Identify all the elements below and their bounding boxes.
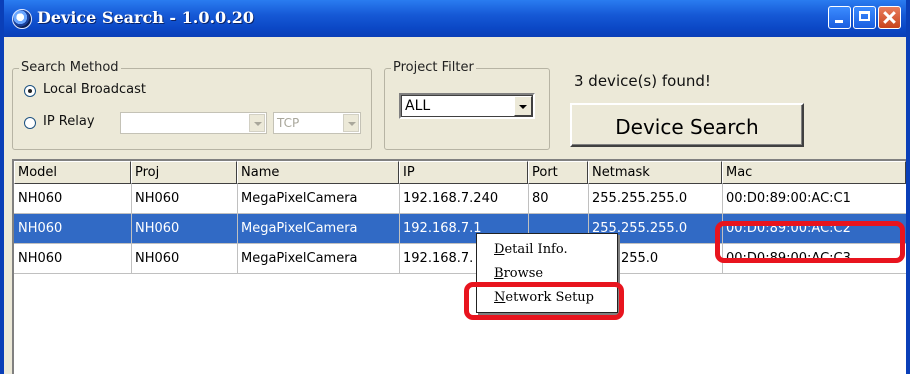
cell-proj: NH060 (135, 251, 180, 266)
project-filter-legend: Project Filter (391, 60, 476, 75)
column-header-model[interactable]: Model (14, 161, 131, 184)
search-method-group: Search Method Local Broadcast IP Relay T… (12, 60, 372, 150)
ip-relay-radio[interactable] (24, 117, 36, 129)
network-setup-highlight-box (464, 282, 624, 320)
column-header-netmask[interactable]: Netmask (588, 161, 722, 184)
cell-name: MegaPixelCamera (241, 251, 358, 266)
device-search-button[interactable]: Device Search (570, 103, 804, 147)
column-header-label: Netmask (592, 165, 650, 180)
column-header-port[interactable]: Port (528, 161, 588, 184)
column-header-label: Model (18, 165, 58, 180)
protocol-select[interactable]: TCP (273, 112, 361, 134)
window-title: Device Search - 1.0.0.20 (37, 8, 254, 27)
column-header-label: IP (403, 165, 415, 180)
grid-line (131, 184, 132, 274)
device-list[interactable]: Model Proj Name IP Port Netmask Mac NH06… (12, 159, 906, 374)
search-method-legend: Search Method (19, 60, 121, 75)
cell-name: MegaPixelCamera (237, 214, 399, 243)
menu-item-label: rowse (503, 266, 544, 281)
menu-item-label: etail Info. (504, 242, 568, 257)
app-icon[interactable] (12, 9, 32, 29)
column-header-label: Port (532, 165, 558, 180)
title-bar[interactable]: Device Search - 1.0.0.20 (4, 0, 906, 37)
menu-item-detail-info[interactable]: Detail Info. (494, 242, 568, 257)
grid-line (14, 273, 906, 274)
device-search-window: Device Search - 1.0.0.20 Search Method L… (0, 0, 910, 374)
status-text: 3 device(s) found! (574, 72, 711, 90)
minimize-button[interactable] (828, 6, 851, 29)
cell-model: NH060 (14, 214, 131, 243)
column-header-label: Name (241, 165, 280, 180)
ip-relay-select[interactable] (120, 112, 267, 134)
protocol-value: TCP (277, 116, 300, 130)
cell-proj: NH060 (131, 214, 237, 243)
grid-line (14, 213, 906, 214)
ip-relay-label: IP Relay (43, 114, 95, 129)
maximize-button[interactable] (853, 6, 876, 29)
cell-ip: 192.168.7.240 (403, 191, 499, 206)
close-button[interactable] (878, 6, 901, 29)
menu-item-accel: D (494, 242, 505, 257)
cell-netmask: 255.255.255.0 (592, 191, 688, 206)
column-header-mac[interactable]: Mac (722, 161, 906, 184)
local-broadcast-label: Local Broadcast (43, 82, 146, 97)
cell-mac: 00:D0:89:00:AC:C1 (726, 191, 851, 206)
column-header-ip[interactable]: IP (399, 161, 528, 184)
cell-proj: NH060 (135, 191, 180, 206)
project-filter-value: ALL (405, 98, 431, 114)
cell-port: 80 (532, 191, 549, 206)
menu-item-browse[interactable]: Browse (494, 266, 543, 281)
device-search-button-label: Device Search (615, 115, 759, 139)
mac-highlight-box (715, 221, 905, 263)
dropdown-arrow-icon[interactable] (249, 114, 265, 132)
grid-line (237, 184, 238, 274)
column-header-proj[interactable]: Proj (131, 161, 237, 184)
menu-item-accel: B (494, 266, 504, 281)
column-header-label: Mac (726, 165, 753, 180)
column-header-name[interactable]: Name (237, 161, 399, 184)
cell-name: MegaPixelCamera (241, 191, 358, 206)
column-header-label: Proj (135, 165, 160, 180)
cell-model: NH060 (18, 251, 63, 266)
project-filter-select[interactable]: ALL (399, 93, 535, 119)
grid-line (399, 184, 400, 274)
cell-model: NH060 (18, 191, 63, 206)
dropdown-arrow-icon[interactable] (343, 114, 359, 132)
local-broadcast-radio[interactable] (24, 85, 36, 97)
dropdown-arrow-icon[interactable] (514, 96, 532, 116)
